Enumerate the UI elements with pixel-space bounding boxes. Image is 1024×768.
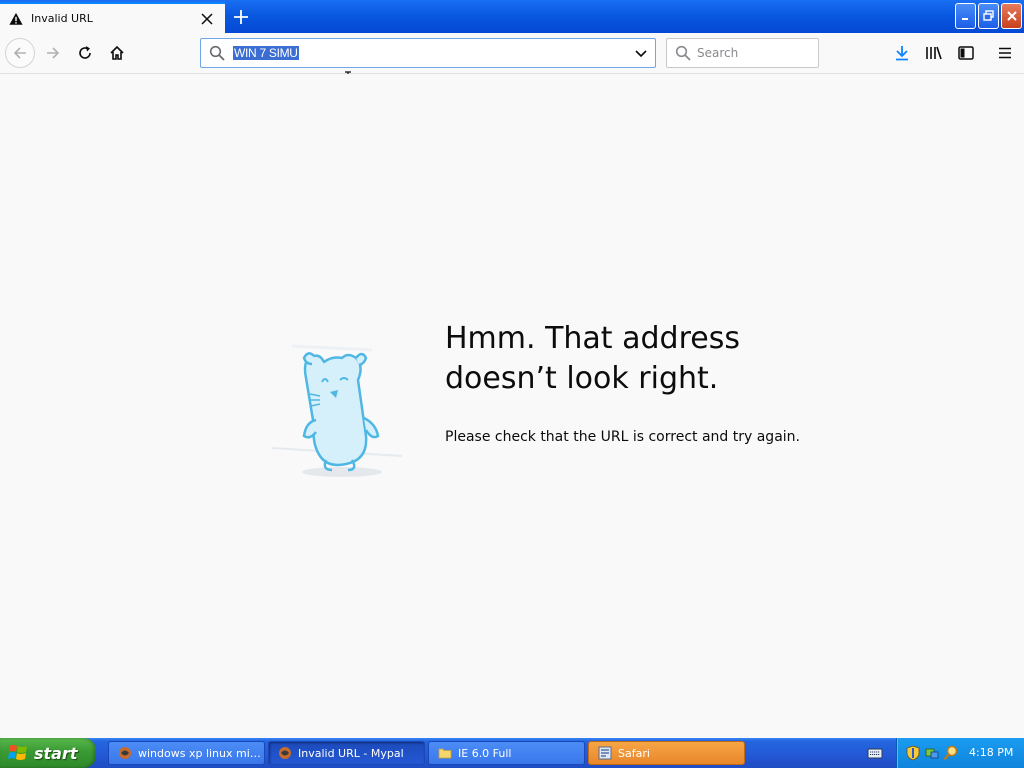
system-tray: 4:18 PM: [896, 738, 1024, 768]
hamburger-menu-icon: [999, 47, 1011, 59]
restore-button[interactable]: [978, 3, 999, 29]
taskbar: start windows xp linux mint... Invalid U…: [0, 738, 1024, 768]
taskbar-item-invalid-url[interactable]: Invalid URL - Mypal: [268, 741, 425, 765]
browser-titlebar: Invalid URL: [0, 0, 1024, 33]
back-button[interactable]: [5, 38, 35, 68]
arrow-right-icon: [47, 47, 60, 59]
error-title: Hmm. That address doesn’t look right.: [445, 319, 805, 399]
library-icon: [926, 46, 942, 60]
browser-icon: [119, 747, 131, 759]
error-title-line1: Hmm. That address: [445, 321, 740, 356]
taskbar-clock: 4:18 PM: [969, 746, 1014, 759]
taskbar-item-ie6[interactable]: IE 6.0 Full: [428, 741, 585, 765]
close-window-button[interactable]: [1001, 3, 1022, 29]
browser-icon: [279, 747, 291, 759]
minimize-icon: [961, 18, 968, 20]
taskbar-item-label: IE 6.0 Full: [458, 746, 512, 760]
navigation-toolbar: WIN 7 SIMU Search: [0, 33, 1024, 87]
url-input[interactable]: WIN 7 SIMU: [233, 46, 299, 60]
menu-button[interactable]: [996, 44, 1014, 62]
reload-icon: [79, 46, 91, 59]
warning-icon: [9, 12, 23, 25]
search-icon: [675, 45, 691, 61]
tab-invalid-url[interactable]: Invalid URL: [0, 2, 225, 33]
taskbar-item-label: Safari: [618, 746, 650, 760]
sidebar-button[interactable]: [957, 44, 975, 62]
tab-title: Invalid URL: [31, 12, 93, 25]
search-icon: [209, 45, 225, 61]
home-button[interactable]: [102, 38, 132, 68]
error-description: Please check that the URL is correct and…: [445, 429, 800, 445]
search-input[interactable]: Search: [697, 46, 738, 60]
restore-icon: [982, 10, 994, 21]
error-page: Hmm. That address doesn’t look right. Pl…: [0, 74, 1024, 738]
error-title-line2: doesn’t look right.: [445, 361, 719, 396]
search-icon[interactable]: [943, 745, 959, 761]
sidebar-icon: [958, 46, 974, 60]
start-button[interactable]: start: [0, 738, 96, 768]
security-shield-icon[interactable]: [905, 745, 921, 761]
taskbar-item-windows-xp[interactable]: windows xp linux mint...: [108, 741, 265, 765]
close-tab-icon[interactable]: [199, 11, 215, 27]
folder-icon: [438, 748, 452, 759]
chevron-down-icon: [635, 50, 647, 58]
arrow-left-icon: [13, 47, 26, 59]
close-icon: [1006, 11, 1017, 21]
home-icon: [110, 45, 124, 60]
windows-logo-icon: [8, 745, 27, 760]
keyboard-icon[interactable]: [867, 746, 883, 760]
minimize-button[interactable]: [955, 3, 976, 29]
taskbar-item-label: Invalid URL - Mypal: [298, 746, 404, 760]
downloads-button[interactable]: [893, 44, 911, 62]
taskbar-item-safari[interactable]: Safari: [588, 741, 745, 765]
url-bar[interactable]: WIN 7 SIMU: [200, 38, 656, 68]
search-bar[interactable]: Search: [666, 38, 819, 68]
new-tab-button[interactable]: [230, 6, 252, 28]
library-button[interactable]: [925, 44, 943, 62]
app-icon: [598, 746, 612, 760]
reload-button[interactable]: [70, 38, 100, 68]
start-label: start: [34, 743, 78, 763]
url-dropdown-button[interactable]: [633, 46, 649, 62]
plus-icon: [234, 10, 248, 24]
download-icon: [896, 46, 908, 61]
hamster-illustration-icon: [271, 344, 403, 477]
network-icon[interactable]: [924, 745, 940, 761]
forward-button[interactable]: [38, 38, 68, 68]
taskbar-item-label: windows xp linux mint...: [138, 746, 262, 760]
